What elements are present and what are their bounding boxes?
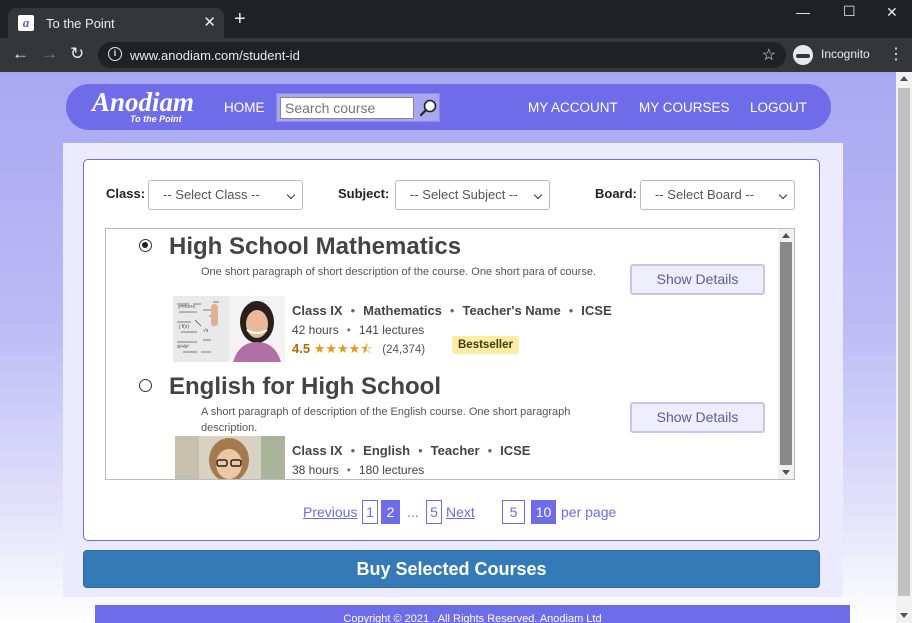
rating-value: 4.5 [292,341,311,356]
logo-tagline: To the Point [130,114,182,124]
bookmark-star-icon[interactable]: ☆ [762,45,776,65]
site-footer: Copyright © 2021 . All Rights Reserved. … [95,605,850,623]
page-scrollbar[interactable] [896,72,912,623]
course-thumbnail-math[interactable]: y=mx+c ∫ f(x) a²+b² √x [173,296,285,362]
course-description: One short paragraph of short description… [201,266,596,278]
course-title: High School Mathematics [169,233,462,260]
forward-arrow-icon[interactable]: → [41,44,58,64]
per-page-10-button[interactable]: 10 [531,500,556,524]
incognito-icon [793,45,813,65]
course-board: ICSE [581,303,612,318]
subject-filter-label: Subject: [338,186,390,201]
course-lectures: 180 lectures [358,463,425,477]
site-navbar: Anodiam To the Point HOME MY ACCOUNT MY … [66,84,831,130]
page-2-button[interactable]: 2 [381,500,400,524]
svg-text:√x: √x [203,327,209,334]
svg-text:∫ f(x): ∫ f(x) [178,324,189,330]
address-bar[interactable]: i www.anodiam.com/student-id ☆ [98,42,786,68]
course-hours: 42 hours [292,323,339,337]
nav-home[interactable]: HOME [224,100,265,115]
browser-tab[interactable]: a To the Point ✕ [8,8,224,38]
star-rating-icon: ★★★★⯪ [313,341,373,356]
bestseller-badge: Bestseller [452,336,519,354]
url-text[interactable]: www.anodiam.com/student-id [130,48,300,63]
main-panel: Class: -- Select Class -- Subject: -- Se… [63,143,843,597]
new-tab-icon[interactable]: + [234,9,246,29]
search-box [276,93,440,122]
course-subject: Mathematics [363,303,442,318]
svg-text:y=mx+c: y=mx+c [178,304,196,310]
board-filter-label: Board: [595,186,637,201]
anodiam-logo[interactable]: Anodiam To the Point [92,87,194,124]
search-input[interactable] [280,97,414,119]
svg-text:a²+b²: a²+b² [177,344,189,350]
course-hours: 38 hours [292,463,339,477]
class-select-value: -- Select Class -- [163,187,260,202]
nav-logout[interactable]: LOGOUT [750,100,807,115]
scroll-down-icon[interactable] [782,470,790,475]
nav-my-courses[interactable]: MY COURSES [639,100,730,115]
next-page-link[interactable]: Next [446,504,475,520]
scroll-up-icon[interactable] [782,233,790,238]
course-description: A short paragraph of description of the … [201,406,571,434]
page-scroll-up-icon[interactable] [900,76,908,81]
course-list-scrollbar[interactable] [778,229,794,479]
incognito-label: Incognito [821,47,870,61]
scroll-thumb[interactable] [780,242,792,465]
close-tab-icon[interactable]: ✕ [203,13,216,31]
class-select[interactable]: -- Select Class -- [148,180,303,210]
search-icon[interactable] [418,98,438,118]
maximize-icon[interactable]: ☐ [843,3,856,20]
page-5-button[interactable]: 5 [426,500,442,524]
course-rating: 4.5 ★★★★⯪ (24,374) [292,340,425,362]
page-scroll-thumb[interactable] [898,88,910,596]
course-list[interactable]: High School Mathematics One short paragr… [105,228,795,480]
subject-select[interactable]: -- Select Subject -- [395,180,550,210]
site-favicon-icon: a [18,15,34,31]
course-board: ICSE [500,443,531,458]
pagination-ellipsis: ... [407,504,419,520]
window-close-icon[interactable]: ✕ [886,4,898,21]
browser-tabbar: a To the Point ✕ + — ☐ ✕ [0,0,912,38]
per-page-label: per page [561,504,617,520]
previous-page-link[interactable]: Previous [303,504,357,520]
course-meta: Class IX • English • Teacher • ICSE [292,443,531,458]
show-details-button[interactable]: Show Details [630,402,765,433]
course-browser: Class: -- Select Class -- Subject: -- Se… [83,159,820,541]
browser-toolbar: ← → ↻ i www.anodiam.com/student-id ☆ Inc… [0,38,912,72]
course-meta: Class IX • Mathematics • Teacher's Name • ICSE [292,303,612,318]
browser-menu-icon[interactable]: ⋮ [888,44,904,64]
course-select-radio[interactable] [139,379,152,392]
course-class: Class IX [292,443,343,458]
course-teacher: Teacher's Name [462,303,561,318]
nav-my-account[interactable]: MY ACCOUNT [528,100,618,115]
course-select-radio[interactable] [139,239,152,252]
page-1-button[interactable]: 1 [362,500,378,524]
subject-select-value: -- Select Subject -- [410,187,518,202]
page-scroll-down-icon[interactable] [900,613,908,618]
buy-selected-courses-button[interactable]: Buy Selected Courses [83,550,820,588]
page-viewport: Anodiam To the Point HOME MY ACCOUNT MY … [0,72,896,623]
course-subject: English [363,443,411,458]
course-thumbnail-english[interactable] [175,436,285,479]
board-select[interactable]: -- Select Board -- [640,180,795,210]
pagination: Previous 1 2 ... 5 Next 5 10 per page [303,500,703,526]
minimize-icon[interactable]: — [796,4,810,20]
course-stats: 42 hours • 141 lectures [292,323,425,337]
site-info-icon[interactable]: i [108,47,122,61]
back-arrow-icon[interactable]: ← [12,44,29,64]
show-details-button[interactable]: Show Details [630,264,765,295]
course-class: Class IX [292,303,343,318]
course-teacher: Teacher [430,443,480,458]
course-title: English for High School [169,373,441,400]
class-filter-label: Class: [106,186,146,201]
tab-title: To the Point [46,16,115,31]
course-stats: 38 hours • 180 lectures [292,463,425,477]
rating-count: (24,374) [382,344,426,356]
incognito-indicator[interactable]: Incognito [793,43,873,67]
reload-icon[interactable]: ↻ [70,44,84,64]
board-select-value: -- Select Board -- [655,187,754,202]
course-lectures: 141 lectures [358,323,425,337]
per-page-5-button[interactable]: 5 [502,500,525,524]
